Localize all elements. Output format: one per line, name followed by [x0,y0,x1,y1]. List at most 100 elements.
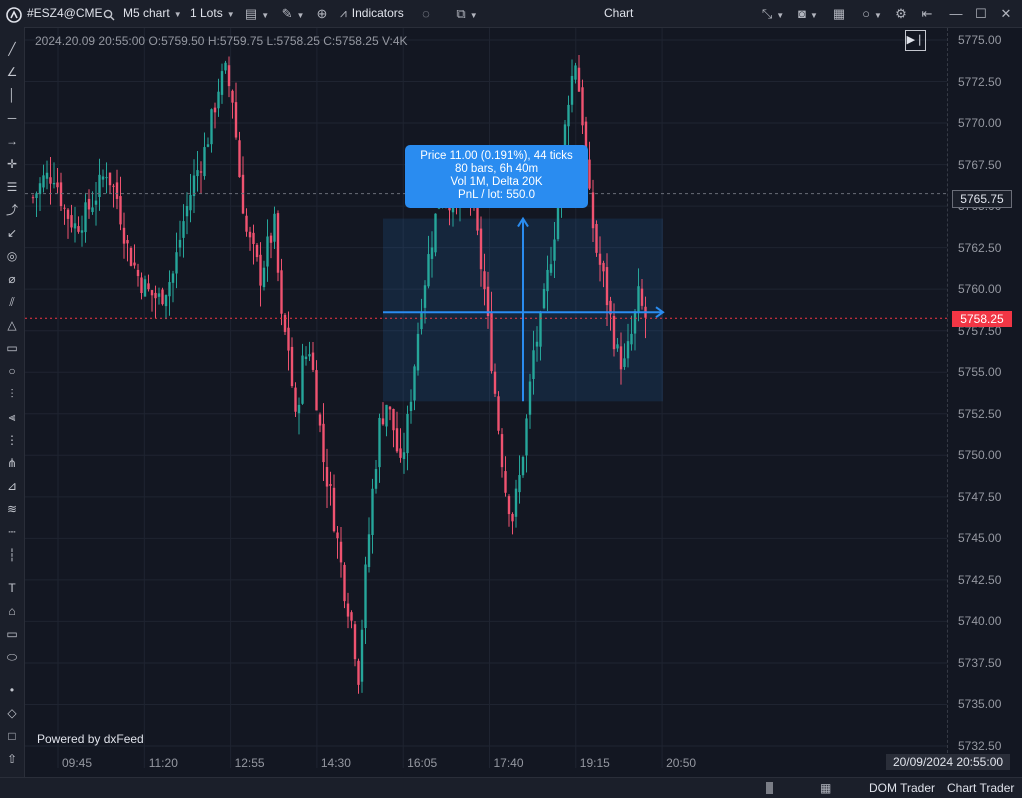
vertical-line-icon[interactable]: │ [0,85,24,105]
window-title: Chart [604,6,634,20]
crosshair-icon[interactable]: ◌ [417,0,435,27]
candle-body [248,231,252,238]
zoom-icon[interactable]: ⊕ [313,0,331,27]
powered-by-label: Powered by dxFeed [37,732,144,746]
candle-body [238,140,241,178]
candle-body [371,488,374,535]
bar-style-icon[interactable]: ▤ ▼ [242,0,272,27]
hatch-icon[interactable]: ⫽ [0,292,24,312]
candle-body [490,313,493,372]
parallel-lines-icon[interactable]: ☰ [0,177,24,197]
circle-icon[interactable]: ○ ▼ [856,0,888,27]
chart-trader-button[interactable]: Chart Trader [947,778,1014,798]
angle-icon[interactable]: ∠ [0,62,24,82]
callout-icon[interactable]: ▭ [0,624,24,644]
search-icon[interactable] [101,0,117,27]
indicators-button[interactable]: ⩘ Indicators [340,0,404,27]
price-scale[interactable]: 5775.005772.505770.005767.505765.005762.… [947,28,1022,768]
elliott-wave-icon[interactable]: ≋ [0,499,24,519]
draw-pen-icon[interactable]: ✎ ▼ [278,0,308,27]
pitchfork-icon[interactable]: ⋔ [0,453,24,473]
candle-body [395,428,399,452]
candle-body [49,177,52,184]
candle-body [252,232,255,245]
tooltip-bars: 80 bars, 6h 40m [454,163,539,175]
candle-body [483,271,486,290]
candlestick-chart[interactable] [25,28,947,768]
dom-trader-button[interactable]: DOM Trader [869,778,935,798]
square-icon[interactable]: □ [0,726,24,746]
fib-levels-icon[interactable]: ⫶ [0,384,24,404]
chart-area[interactable]: 2024.20.09 20:55:00 O:5759.50 H:5759.75 … [25,28,947,768]
candle-body [203,147,206,177]
time-tick-label: 16:05 [407,756,438,770]
candle-body [378,417,381,468]
candle-body [402,452,406,459]
grid-icon[interactable]: ▦ [830,0,848,27]
timeframe-dropdown[interactable]: M5 chart ▼ [123,0,182,27]
ray-icon[interactable]: ↙ [0,223,24,243]
skip-to-end-icon[interactable]: ▶❘ [905,30,926,51]
camera-icon[interactable]: ◙ ▼ [793,0,823,27]
candle-body [73,223,77,229]
price-tick-label: 5772.50 [958,74,1002,89]
candle-body [178,239,182,248]
minimize-icon[interactable]: — [947,0,965,27]
maximize-icon[interactable]: ☐ [972,0,990,27]
note-icon[interactable]: ⬭ [0,647,24,667]
candle-body [500,434,504,468]
arrow-icon[interactable]: → [0,131,24,151]
horizontal-scrollbar[interactable] [24,782,804,794]
price-tick-label: 5740.00 [958,614,1002,629]
candle-body [325,467,329,487]
compress-icon[interactable]: ⤡ ▼ [758,0,788,27]
ellipse-icon[interactable]: ○ [0,361,24,381]
close-icon[interactable]: ✕ [997,0,1015,27]
diamond-icon[interactable]: ◇ [0,703,24,723]
candle-body [115,182,119,199]
time-tick-label: 09:45 [61,756,93,770]
settings-icon[interactable]: ⚙ [892,0,910,27]
time-axis[interactable]: 09:45 11:20 12:55 14:30 16:05 17:40 19:15 20:50 [25,751,947,777]
scrollbar-thumb[interactable] [766,782,773,794]
candle-body [171,273,175,283]
candle-body [364,564,367,629]
calendar-icon[interactable]: ▦ [820,778,831,798]
curve-icon[interactable]: ⤴ [0,200,24,220]
triangle-icon[interactable]: △ [0,315,24,335]
candle-body [626,341,630,359]
candle-body [542,288,546,309]
home-icon[interactable]: ⇧ [0,749,24,769]
spiral-icon[interactable]: ◎ [0,246,24,266]
candle-body [388,406,392,410]
candle-body [567,104,570,127]
fib-extension-icon[interactable]: ⫷ [0,407,24,427]
candle-body [122,227,126,244]
horizontal-line-icon[interactable]: ─ [0,108,24,128]
dotted-row-icon[interactable]: ┄ [0,522,24,542]
ruler-icon[interactable]: ⌀ [0,269,24,289]
lots-dropdown[interactable]: 1 Lots ▼ [190,0,235,27]
dot-icon[interactable]: • [0,680,24,700]
text-icon[interactable]: T [0,578,24,598]
candle-body [220,71,224,95]
logo-icon[interactable] [4,0,24,27]
symbol-selector[interactable]: #ESZ4@CME [27,0,103,27]
gann-icon[interactable]: ⊿ [0,476,24,496]
candle-body [140,277,143,294]
cross-icon[interactable]: ✛ [0,154,24,174]
candle-body [231,90,234,103]
candle-body [59,182,63,207]
dotted-column-icon[interactable]: ┆ [0,545,24,565]
layout-icon[interactable]: ⧉ ▼ [452,0,482,27]
pin-icon[interactable]: ⇤ [918,0,936,27]
rectangle-icon[interactable]: ▭ [0,338,24,358]
time-corner-label: 20/09/2024 20:55:00 [886,754,1010,770]
trend-line-icon[interactable]: ╱ [0,39,24,59]
time-tick-label: 12:55 [234,756,265,770]
label-tag-icon[interactable]: ⌂ [0,601,24,621]
candle-body [196,170,199,177]
candle-body [269,235,273,243]
fib-fan-icon[interactable]: ⋮ [0,430,24,450]
candle-body [273,213,276,242]
